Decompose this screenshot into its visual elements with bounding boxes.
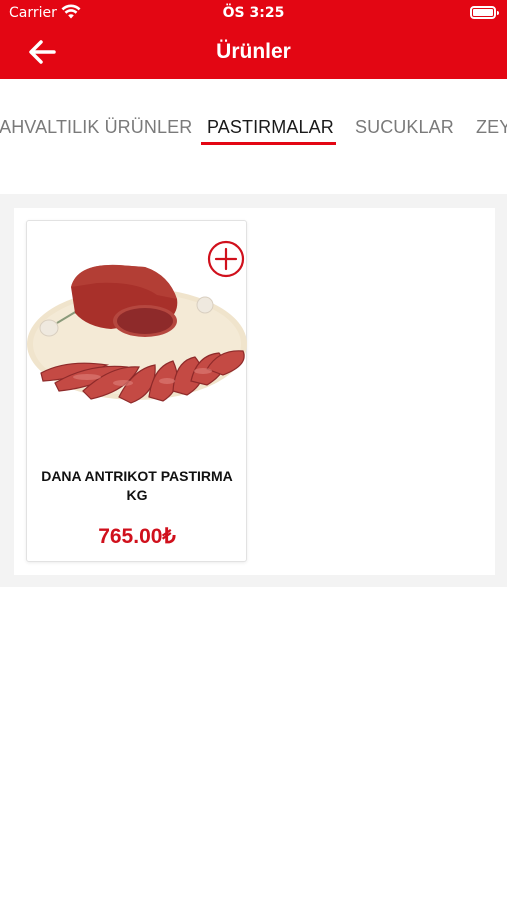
tab-zey[interactable]: ZEY [476, 117, 507, 138]
add-to-cart-button[interactable] [207, 240, 245, 278]
plus-circle-icon [207, 240, 245, 278]
status-bar: Carrier ÖS 3:25 [0, 0, 507, 26]
arrow-left-icon [29, 40, 56, 64]
product-card[interactable]: DANA ANTRIKOT PASTIRMA KG 765.00₺ [26, 220, 247, 562]
product-name: DANA ANTRIKOT PASTIRMA KG [41, 468, 233, 503]
nav-bar: Ürünler [0, 26, 507, 79]
clock: ÖS 3:25 [222, 5, 285, 21]
page-title: Ürünler [216, 40, 291, 63]
category-tabs: KAHVALTILIK ÜRÜNLER PASTIRMALAR SUCUKLAR… [0, 79, 507, 155]
active-tab-indicator [201, 142, 336, 145]
product-price: 765.00₺ [98, 525, 176, 548]
tab-kahvaltilik[interactable]: KAHVALTILIK ÜRÜNLER [0, 117, 192, 138]
battery-icon [470, 6, 499, 19]
app-header: Carrier ÖS 3:25 Ürünler [0, 0, 507, 79]
tab-pastirmalar[interactable]: PASTIRMALAR [207, 117, 334, 138]
back-button[interactable] [24, 36, 60, 68]
tab-sucuklar[interactable]: SUCUKLAR [355, 117, 454, 138]
